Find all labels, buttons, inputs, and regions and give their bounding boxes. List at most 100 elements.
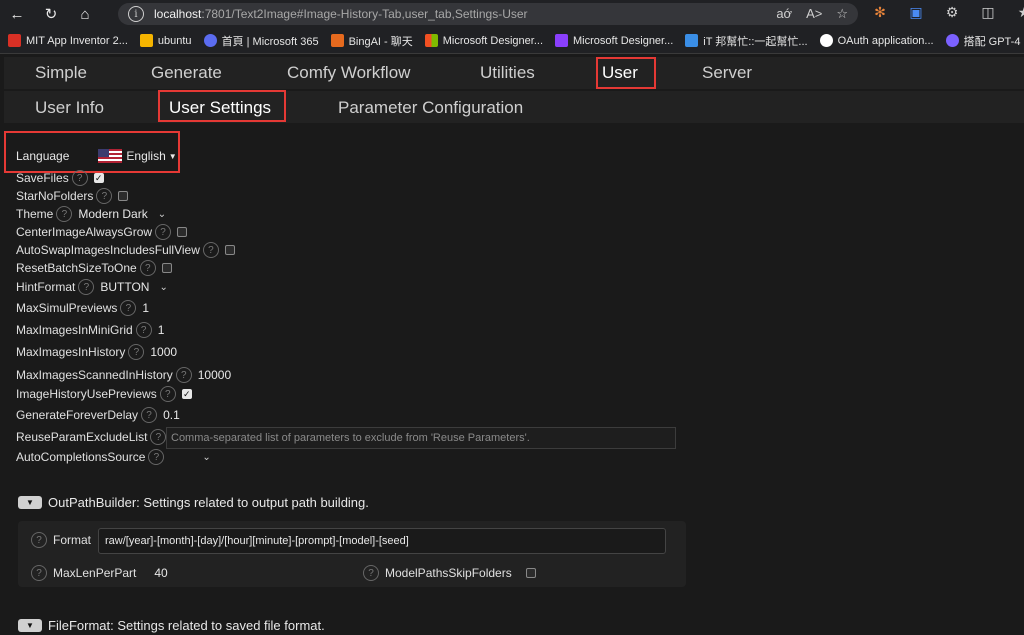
setting-maxhistory: MaxImagesInHistory? 1000 xyxy=(16,344,178,360)
reload-icon[interactable]: ↻ xyxy=(34,0,68,28)
autoswap-checkbox[interactable] xyxy=(224,245,235,255)
setting-autocompletions: AutoCompletionsSource? ⌄ xyxy=(16,449,211,465)
microsoft-icon xyxy=(424,34,438,47)
foreverdelay-input[interactable]: 0.1 xyxy=(163,408,180,422)
us-flag-icon xyxy=(98,149,123,163)
bookmark-item[interactable]: ubuntu xyxy=(139,34,192,47)
theme-select[interactable]: Modern Dark xyxy=(78,207,147,221)
tab-utilities[interactable]: Utilities xyxy=(480,63,535,83)
outpath-section-header[interactable]: ▼ OutPathBuilder: Settings related to out… xyxy=(18,495,369,510)
help-icon[interactable]: ? xyxy=(128,344,145,360)
savefiles-checkbox[interactable]: ✓ xyxy=(93,173,104,183)
help-icon[interactable]: ? xyxy=(56,206,73,222)
setting-format: ? Format xyxy=(28,532,91,548)
setting-maxlen: ? MaxLenPerPart 40 xyxy=(28,565,168,581)
highlight-user-settings-tab xyxy=(158,90,286,122)
bookmark-icon xyxy=(330,34,344,47)
address-bar[interactable]: i localhost:7801/Text2Image#Image-Histor… xyxy=(118,3,858,25)
back-icon[interactable]: ← xyxy=(0,0,34,28)
help-icon[interactable]: ? xyxy=(141,407,158,423)
help-icon[interactable]: ? xyxy=(78,279,95,295)
home-icon[interactable]: ⌂ xyxy=(68,0,102,28)
bookmark-item[interactable]: 搭配 GPT-4 的 Bing... xyxy=(945,33,1024,49)
setting-historypreviews: ImageHistoryUsePreviews? ✓ xyxy=(16,386,192,402)
extension-cookie-icon[interactable]: ✻ xyxy=(870,4,890,21)
setting-hintformat: HintFormat? BUTTON ⌄ xyxy=(16,279,168,295)
bookmark-item[interactable]: Microsoft Designer... xyxy=(424,34,543,47)
chevron-down-icon[interactable]: ⌄ xyxy=(159,282,167,293)
format-input[interactable]: raw/[year]-[month]-[day]/[hour][minute]-… xyxy=(98,528,666,554)
help-icon[interactable]: ? xyxy=(31,565,47,581)
maxhistory-input[interactable]: 1000 xyxy=(150,345,177,359)
tab-server[interactable]: Server xyxy=(702,63,752,83)
setting-savefiles: SaveFiles? ✓ xyxy=(16,170,104,186)
bookmark-item[interactable]: BingAI - 聊天 xyxy=(330,33,413,49)
hintformat-select[interactable]: BUTTON xyxy=(100,280,149,294)
setting-skipfolders: ? ModelPathsSkipFolders xyxy=(360,565,536,581)
help-icon[interactable]: ? xyxy=(71,170,88,186)
app-root: Simple Generate Comfy Workflow Utilities… xyxy=(0,55,1024,635)
translate-icon[interactable]: aớ xyxy=(776,6,792,22)
extensions-puzzle-icon[interactable]: ⚙ xyxy=(942,4,962,21)
help-icon[interactable]: ? xyxy=(175,367,192,383)
reuse-exclude-textarea[interactable]: Comma-separated list of parameters to ex… xyxy=(166,427,676,449)
favorites-icon[interactable]: ★ xyxy=(1014,4,1024,21)
language-select[interactable]: English xyxy=(126,149,165,163)
help-icon[interactable]: ? xyxy=(155,224,172,240)
setting-centerimage: CenterImageAlwaysGrow? xyxy=(16,224,188,240)
resetbatch-checkbox[interactable] xyxy=(161,263,172,273)
github-icon xyxy=(819,34,833,47)
help-icon[interactable]: ? xyxy=(363,565,379,581)
help-icon[interactable]: ? xyxy=(135,322,152,338)
setting-maxsimul: MaxSimulPreviews? 1 xyxy=(16,300,150,316)
maxminigrid-input[interactable]: 1 xyxy=(158,323,165,337)
help-icon[interactable]: ? xyxy=(120,300,137,316)
collapse-toggle-icon[interactable]: ▼ xyxy=(18,619,42,632)
bookmark-icon xyxy=(945,34,959,47)
chevron-down-icon[interactable]: ⌄ xyxy=(202,452,210,463)
historypreviews-checkbox[interactable]: ✓ xyxy=(181,389,192,399)
site-info-icon[interactable]: i xyxy=(128,6,144,22)
help-icon[interactable]: ? xyxy=(148,449,165,465)
bookmark-item[interactable]: Microsoft Designer... xyxy=(555,34,673,47)
bookmark-item[interactable]: MIT App Inventor 2... xyxy=(8,34,128,47)
help-icon[interactable]: ? xyxy=(31,532,47,548)
help-icon[interactable]: ? xyxy=(139,260,156,276)
bookmark-item[interactable]: OAuth application... xyxy=(819,34,934,47)
help-icon[interactable]: ? xyxy=(150,429,167,445)
bookmark-item[interactable]: iT 邦幫忙::一起幫忙... xyxy=(685,33,808,49)
help-icon[interactable]: ? xyxy=(202,242,219,258)
bookmark-icon xyxy=(203,34,217,47)
fileformat-section-header[interactable]: ▼ FileFormat: Settings related to saved f… xyxy=(18,618,325,633)
maxsimul-input[interactable]: 1 xyxy=(142,301,149,315)
collapse-toggle-icon[interactable]: ▼ xyxy=(18,496,42,509)
maxscanned-input[interactable]: 10000 xyxy=(198,368,231,382)
tab-user-info[interactable]: User Info xyxy=(35,98,104,118)
tab-comfy-workflow[interactable]: Comfy Workflow xyxy=(287,63,410,83)
setting-reuseexclude: ReuseParamExcludeList? xyxy=(16,429,172,445)
bookmark-item[interactable]: 首頁 | Microsoft 365 xyxy=(203,33,319,49)
extension-translate-icon[interactable]: ▣ xyxy=(906,4,926,21)
centerimage-checkbox[interactable] xyxy=(177,227,188,237)
highlight-user-tab xyxy=(596,57,656,89)
url-host: localhost xyxy=(154,7,202,21)
caret-down-icon[interactable]: ▼ xyxy=(169,152,177,161)
url-path: :7801/Text2Image#Image-History-Tab,user_… xyxy=(201,7,528,21)
starnofolders-checkbox[interactable] xyxy=(118,191,129,201)
settings-panel: Language English ▼ SaveFiles? ✓ StarNoFol… xyxy=(4,125,1024,635)
skipfolders-checkbox[interactable] xyxy=(525,568,536,578)
tab-generate[interactable]: Generate xyxy=(151,63,222,83)
tab-simple[interactable]: Simple xyxy=(35,63,87,83)
setting-maxscanned: MaxImagesScannedInHistory? 10000 xyxy=(16,367,232,383)
bookmark-icon xyxy=(555,34,569,47)
tab-parameter-configuration[interactable]: Parameter Configuration xyxy=(338,98,523,118)
help-icon[interactable]: ? xyxy=(159,386,176,402)
maxlen-input[interactable]: 40 xyxy=(154,566,167,580)
help-icon[interactable]: ? xyxy=(96,188,113,204)
favorite-star-icon[interactable]: ☆ xyxy=(836,6,848,22)
bookmark-icon xyxy=(8,34,21,47)
split-screen-icon[interactable]: ◫ xyxy=(978,4,998,21)
read-aloud-icon[interactable]: A˃ xyxy=(806,6,822,22)
browser-toolbar: ← ↻ ⌂ i localhost:7801/Text2Image#Image-… xyxy=(0,0,1024,28)
chevron-down-icon[interactable]: ⌄ xyxy=(158,209,166,220)
